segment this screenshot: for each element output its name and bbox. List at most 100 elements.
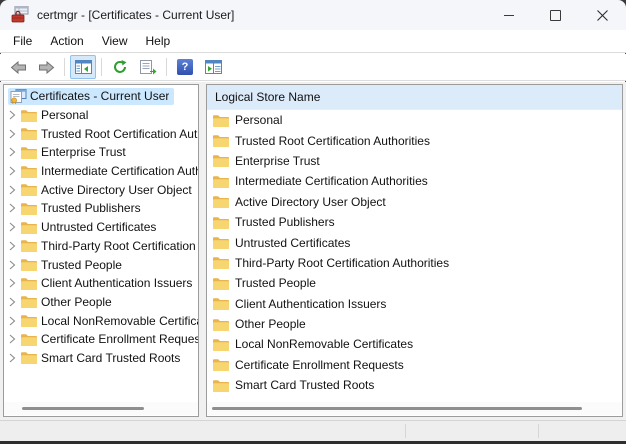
folder-icon bbox=[213, 216, 233, 229]
menu-help[interactable]: Help bbox=[137, 31, 180, 51]
console-tree: Certificates - Current User Personal Tru… bbox=[4, 87, 198, 367]
chevron-right-icon[interactable] bbox=[4, 260, 20, 270]
console-tree-panel: Certificates - Current User Personal Tru… bbox=[3, 84, 199, 417]
chevron-right-icon[interactable] bbox=[4, 353, 20, 363]
tree-items: Personal Trusted Root Certification Auth… bbox=[4, 106, 198, 368]
list-item-label: Trusted Root Certification Authorities bbox=[235, 133, 430, 148]
tree-item[interactable]: Local NonRemovable Certificates bbox=[4, 311, 198, 330]
store-list-panel: Logical Store Name Personal Trusted Root… bbox=[206, 84, 623, 417]
toolbar: ? bbox=[0, 54, 626, 81]
show-hide-console-tree-button[interactable] bbox=[70, 55, 96, 79]
list-item[interactable]: Local NonRemovable Certificates bbox=[207, 334, 622, 354]
list-item-label: Certificate Enrollment Requests bbox=[235, 357, 404, 372]
maximize-icon bbox=[550, 9, 561, 21]
chevron-right-icon[interactable] bbox=[4, 334, 20, 344]
tree-item-label: Active Directory User Object bbox=[41, 182, 192, 197]
chevron-right-icon[interactable] bbox=[4, 185, 20, 195]
chevron-right-icon[interactable] bbox=[4, 278, 20, 288]
tree-item[interactable]: Personal bbox=[4, 106, 198, 125]
window-title: certmgr - [Certificates - Current User] bbox=[37, 8, 235, 22]
tree-item[interactable]: Trusted Root Certification Authorities bbox=[4, 124, 198, 143]
menu-view[interactable]: View bbox=[93, 31, 137, 51]
list-item-label: Personal bbox=[235, 113, 283, 128]
column-header-logical-store-name[interactable]: Logical Store Name bbox=[207, 85, 622, 110]
left-horizontal-scrollbar[interactable] bbox=[4, 402, 198, 415]
list-item[interactable]: Trusted Publishers bbox=[207, 212, 622, 232]
title-bar: certmgr - [Certificates - Current User] bbox=[0, 0, 626, 30]
folder-icon bbox=[20, 314, 38, 328]
tree-item[interactable]: Trusted Publishers bbox=[4, 199, 198, 218]
maximize-button[interactable] bbox=[532, 0, 579, 30]
list-item[interactable]: Enterprise Trust bbox=[207, 151, 622, 171]
list-item[interactable]: Personal bbox=[207, 110, 622, 130]
toolbar-separator bbox=[64, 58, 65, 76]
folder-icon bbox=[213, 338, 233, 351]
chevron-right-icon[interactable] bbox=[4, 129, 20, 139]
tree-root-selection: Certificates - Current User bbox=[8, 87, 175, 105]
list-item-label: Trusted People bbox=[235, 276, 316, 291]
list-item[interactable]: Certificate Enrollment Requests bbox=[207, 355, 622, 375]
tree-item[interactable]: Active Directory User Object bbox=[4, 180, 198, 199]
folder-icon bbox=[20, 183, 38, 197]
toolbar-separator bbox=[101, 58, 102, 76]
minimize-button[interactable] bbox=[485, 0, 532, 30]
export-list-icon bbox=[139, 59, 156, 74]
list-item[interactable]: Untrusted Certificates bbox=[207, 232, 622, 252]
list-item[interactable]: Active Directory User Object bbox=[207, 192, 622, 212]
tree-item[interactable]: Enterprise Trust bbox=[4, 143, 198, 162]
chevron-right-icon[interactable] bbox=[4, 203, 20, 213]
back-arrow-icon bbox=[10, 60, 26, 74]
chevron-right-icon[interactable] bbox=[4, 316, 20, 326]
list-item-label: Untrusted Certificates bbox=[235, 235, 351, 250]
back-button[interactable] bbox=[5, 55, 31, 79]
list-item[interactable]: Other People bbox=[207, 314, 622, 334]
main-area: Certificates - Current User Personal Tru… bbox=[0, 82, 626, 420]
chevron-right-icon[interactable] bbox=[4, 110, 20, 120]
folder-icon bbox=[20, 109, 38, 122]
chevron-right-icon[interactable] bbox=[4, 297, 20, 307]
export-list-button[interactable] bbox=[135, 55, 161, 79]
menu-action[interactable]: Action bbox=[41, 31, 92, 51]
forward-button[interactable] bbox=[33, 55, 59, 79]
tree-root-label: Certificates - Current User bbox=[30, 89, 170, 104]
refresh-button[interactable] bbox=[107, 55, 133, 79]
tree-item-label: Other People bbox=[41, 294, 112, 309]
tree-item-label: Local NonRemovable Certificates bbox=[41, 313, 198, 328]
tree-item[interactable]: Trusted People bbox=[4, 255, 198, 274]
tree-item[interactable]: Smart Card Trusted Roots bbox=[4, 349, 198, 368]
chevron-right-icon[interactable] bbox=[4, 166, 20, 176]
folder-icon bbox=[20, 351, 38, 365]
list-item[interactable]: Trusted People bbox=[207, 273, 622, 293]
tree-item[interactable]: Intermediate Certification Authorities bbox=[4, 162, 198, 181]
folder-icon bbox=[213, 318, 233, 331]
chevron-right-icon[interactable] bbox=[4, 147, 20, 157]
folder-icon bbox=[213, 175, 233, 188]
tree-item-label: Trusted Root Certification Authorities bbox=[41, 126, 198, 141]
tree-item[interactable]: Client Authentication Issuers bbox=[4, 274, 198, 293]
help-button[interactable]: ? bbox=[172, 55, 198, 79]
left-scrollbar-thumb[interactable] bbox=[22, 407, 144, 410]
list-item[interactable]: Intermediate Certification Authorities bbox=[207, 171, 622, 191]
menu-file[interactable]: File bbox=[4, 31, 41, 51]
tree-item-label: Intermediate Certification Authorities bbox=[41, 164, 198, 179]
action-pane-icon bbox=[204, 60, 222, 74]
right-horizontal-scrollbar[interactable] bbox=[207, 402, 622, 415]
tree-item[interactable]: Other People bbox=[4, 293, 198, 312]
tree-item[interactable]: Certificate Enrollment Requests bbox=[4, 330, 198, 349]
list-item[interactable]: Trusted Root Certification Authorities bbox=[207, 130, 622, 150]
close-icon bbox=[597, 9, 608, 21]
chevron-right-icon[interactable] bbox=[4, 241, 20, 251]
tree-root-certificates-current-user[interactable]: Certificates - Current User bbox=[4, 87, 198, 106]
folder-icon bbox=[213, 114, 233, 127]
tree-item[interactable]: Untrusted Certificates bbox=[4, 218, 198, 237]
list-item[interactable]: Smart Card Trusted Roots bbox=[207, 375, 622, 395]
tree-item-label: Untrusted Certificates bbox=[41, 220, 157, 235]
right-scrollbar-thumb[interactable] bbox=[212, 407, 582, 410]
certmgr-app-icon bbox=[10, 6, 30, 24]
tree-item[interactable]: Third-Party Root Certification Authoriti… bbox=[4, 237, 198, 256]
show-hide-action-pane-button[interactable] bbox=[200, 55, 226, 79]
list-item[interactable]: Third-Party Root Certification Authoriti… bbox=[207, 253, 622, 273]
list-item[interactable]: Client Authentication Issuers bbox=[207, 294, 622, 314]
chevron-right-icon[interactable] bbox=[4, 222, 20, 232]
close-button[interactable] bbox=[579, 0, 626, 30]
